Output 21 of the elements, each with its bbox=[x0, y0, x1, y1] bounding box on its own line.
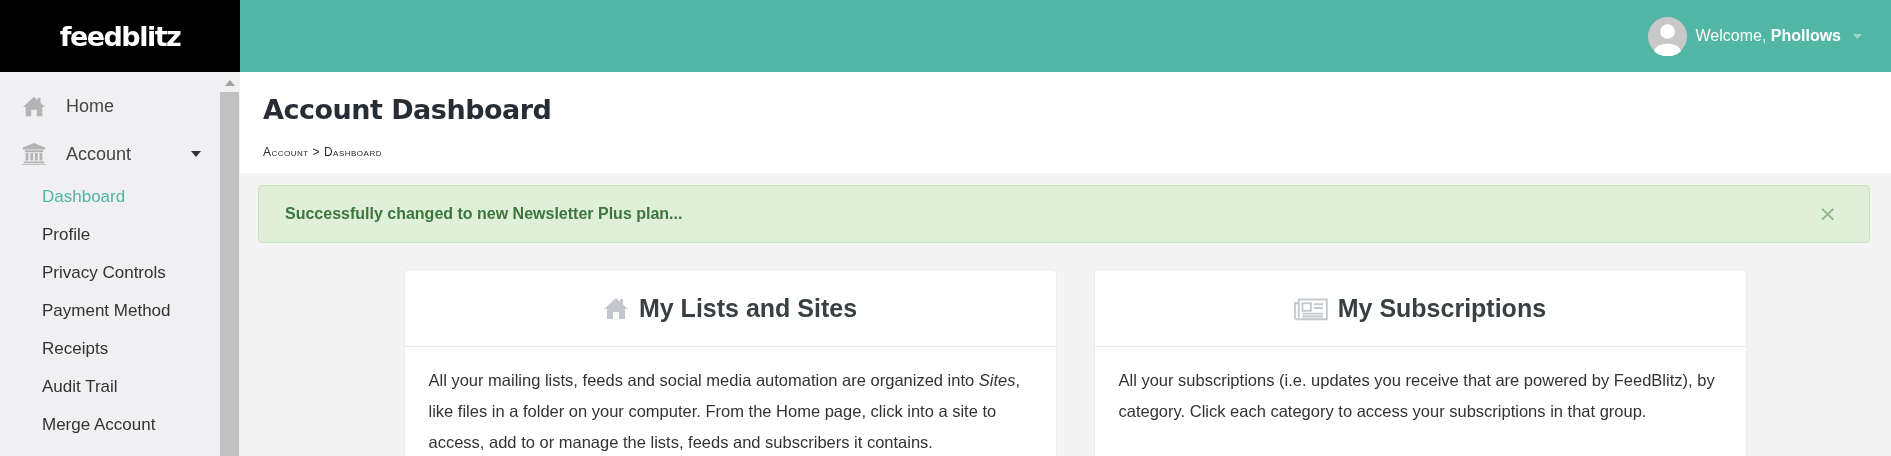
home-icon bbox=[22, 94, 46, 118]
card-title: My Subscriptions bbox=[1337, 293, 1547, 323]
page-title: Account Dashboard bbox=[263, 94, 552, 125]
breadcrumb: Account > Dashboard bbox=[263, 145, 382, 159]
card-description: All your mailing lists, feeds and social media automation are organized into Sites, like files in a folder on your computer. From the Home page, click into a site to access, add to or manage the lists, feeds and subscribers it contains. bbox=[427, 370, 1022, 453]
nav-subitem[interactable]: Privacy Controls bbox=[0, 254, 166, 292]
nav-subitem[interactable]: Merge Account bbox=[0, 406, 156, 444]
home-icon bbox=[602, 295, 629, 321]
nav-item[interactable]: Account bbox=[0, 130, 219, 178]
avatar-icon[interactable] bbox=[1648, 16, 1688, 56]
nav-subitem[interactable]: Audit Trail bbox=[0, 368, 118, 406]
caret-icon[interactable] bbox=[191, 151, 201, 157]
nav-subitem[interactable]: Profile bbox=[0, 216, 91, 254]
nav-item[interactable]: Home bbox=[0, 82, 219, 130]
card-title: My Lists and Sites bbox=[638, 293, 858, 323]
scroll-up-icon[interactable] bbox=[224, 80, 235, 86]
alert-message: Successfully changed to new Newsletter Plus plan... bbox=[285, 205, 683, 223]
card-description: All your subscriptions (i.e. updates you receive that are powered by FeedBlitz), by category. Click each category to access your subscriptions in that group. bbox=[1117, 370, 1716, 422]
bank-icon bbox=[22, 142, 46, 166]
nav-subitem[interactable]: Receipts bbox=[0, 330, 109, 368]
nav-subitem[interactable]: Payment Method bbox=[0, 292, 171, 330]
